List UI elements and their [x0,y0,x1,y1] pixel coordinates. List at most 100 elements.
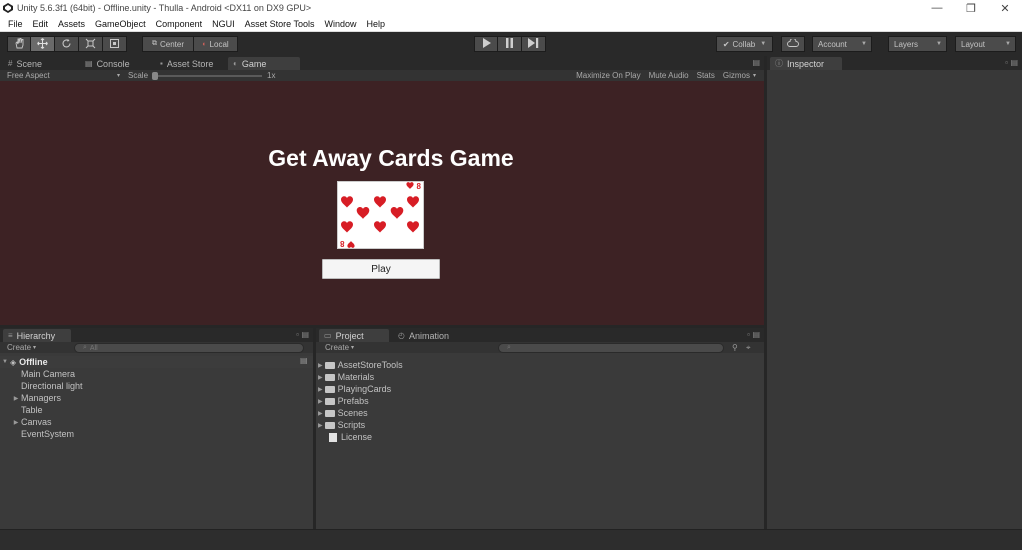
foldout-collapsed-icon[interactable]: ▶ [318,398,323,405]
project-folder-row[interactable]: ▶ Scripts [318,419,365,431]
hand-tool-button[interactable] [7,36,31,52]
minimize-button[interactable]: — [920,0,954,16]
hierarchy-item[interactable]: ▶ Managers [0,392,313,404]
hierarchy-create-dropdown[interactable]: Create [7,343,31,352]
project-search-input[interactable]: ⌕ [498,343,724,353]
hierarchy-item[interactable]: Directional light [0,380,313,392]
tab-console[interactable]: ▤ Console [80,57,152,70]
tab-hierarchy[interactable]: ≡ Hierarchy [3,329,71,342]
gizmos-dropdown[interactable]: Gizmos [723,71,750,80]
project-folder-label: PlayingCards [337,384,392,394]
filter-by-label-icon[interactable]: ⌖ [746,343,751,353]
menu-assets[interactable]: Assets [53,19,90,29]
menu-ngui[interactable]: NGUI [207,19,240,29]
mute-audio-toggle[interactable]: Mute Audio [649,71,689,80]
collab-dropdown[interactable]: ✔ Collab ▼ [716,36,773,52]
foldout-collapsed-icon[interactable]: ▶ [11,395,21,402]
scale-slider[interactable] [152,71,263,80]
pivot-local-toggle[interactable]: ◐ Local [194,36,238,52]
layout-dropdown[interactable]: Layout ▼ [955,36,1016,52]
tab-animation[interactable]: ◴ Animation [393,329,473,342]
menu-asset-store-tools[interactable]: Asset Store Tools [240,19,320,29]
play-button[interactable] [474,36,498,52]
tab-scene[interactable]: # Scene [3,57,75,70]
play-game-button[interactable]: Play [322,259,440,279]
layers-dropdown[interactable]: Layers ▼ [888,36,947,52]
lock-icon[interactable]: ▫ [747,330,750,339]
step-icon [528,38,539,50]
menu-help[interactable]: Help [362,19,391,29]
cloud-services-button[interactable] [781,36,805,52]
menu-file[interactable]: File [3,19,28,29]
panel-splitter[interactable] [764,56,767,529]
tab-console-label: Console [96,58,130,69]
project-folder-row[interactable]: ▶ Materials [318,371,374,383]
account-dropdown[interactable]: Account ▼ [812,36,872,52]
lock-icon[interactable]: ▫ [1005,58,1008,67]
menu-edit[interactable]: Edit [28,19,54,29]
step-button[interactable] [522,36,546,52]
lock-icon[interactable]: ▫ [296,330,299,339]
hierarchy-item-label: Managers [21,393,62,403]
folder-icon [324,385,335,393]
restore-button[interactable]: ❐ [954,0,988,16]
panel-menu-icon[interactable]: ▤ [301,330,309,339]
foldout-collapsed-icon[interactable]: ▶ [318,422,323,429]
project-file-row[interactable]: License [318,431,372,443]
aspect-dropdown[interactable]: Free Aspect [7,71,117,80]
menu-window[interactable]: Window [319,19,361,29]
pivot-center-toggle[interactable]: ⧉ Center [142,36,194,52]
foldout-expanded-icon[interactable]: ▼ [0,359,10,365]
move-tool-button[interactable] [31,36,55,52]
hierarchy-search-input[interactable]: ⌕ All [74,343,304,353]
maximize-on-play-toggle[interactable]: Maximize On Play [576,71,640,80]
tab-project[interactable]: ▭ Project [319,329,389,342]
project-folder-row[interactable]: ▶ AssetStoreTools [318,359,403,371]
filter-by-type-icon[interactable]: ⚲ [732,343,738,352]
hierarchy-item[interactable]: Table [0,404,313,416]
close-button[interactable]: ✕ [988,0,1022,16]
inspector-panel: ⓘ Inspector ▫ ▤ [767,56,1022,529]
pause-icon [505,38,514,50]
game-viewport[interactable]: Get Away Cards Game 8 8 Play [0,81,764,325]
foldout-collapsed-icon[interactable]: ▶ [318,386,323,393]
scene-name: Offline [19,357,48,367]
tab-inspector[interactable]: ⓘ Inspector [770,57,842,70]
hierarchy-item[interactable]: ▶ Canvas [0,416,313,428]
hierarchy-item[interactable]: Main Camera [0,368,313,380]
window-title-bar: Unity 5.6.3f1 (64bit) - Offline.unity - … [0,0,1022,16]
project-folder-row[interactable]: ▶ Scenes [318,407,368,419]
project-folder-row[interactable]: ▶ Prefabs [318,395,369,407]
panel-menu-icon[interactable]: ▤ [1010,58,1018,67]
project-folder-row[interactable]: ▶ PlayingCards [318,383,391,395]
panel-menu-icon[interactable]: ▤ [752,330,760,339]
tab-game[interactable]: ◐ Game [228,57,300,70]
rotate-tool-button[interactable] [55,36,79,52]
playing-card: 8 8 [337,181,424,249]
menu-component[interactable]: Component [151,19,208,29]
tab-asset-store[interactable]: ▪ Asset Store [155,57,227,70]
rect-tool-button[interactable] [103,36,127,52]
panel-menu-icon[interactable]: ▤ [752,58,760,67]
stats-toggle[interactable]: Stats [697,71,715,80]
foldout-collapsed-icon[interactable]: ▶ [318,374,323,381]
scene-menu-icon[interactable]: ▤ [300,356,308,365]
game-title: Get Away Cards Game [268,145,514,171]
pause-button[interactable] [498,36,522,52]
hierarchy-item[interactable]: EventSystem [0,428,313,440]
scale-tool-button[interactable] [79,36,103,52]
scale-slider-thumb[interactable] [152,71,159,80]
menu-bar: File Edit Assets GameObject Component NG… [0,16,1022,32]
eight-of-hearts-card-icon [341,182,419,248]
foldout-collapsed-icon[interactable]: ▶ [11,419,21,426]
checkmark-icon: ✔ [722,39,730,49]
foldout-collapsed-icon[interactable]: ▶ [318,410,323,417]
foldout-collapsed-icon[interactable]: ▶ [318,362,323,369]
folder-icon [324,373,335,381]
menu-gameobject[interactable]: GameObject [90,19,151,29]
project-create-dropdown[interactable]: Create [325,343,349,352]
scene-row[interactable]: ▼ ◈ Offline [0,356,313,368]
tab-game-label: Game [241,58,267,69]
tab-asset-store-label: Asset Store [166,58,214,69]
chevron-down-icon: ▼ [936,41,942,47]
